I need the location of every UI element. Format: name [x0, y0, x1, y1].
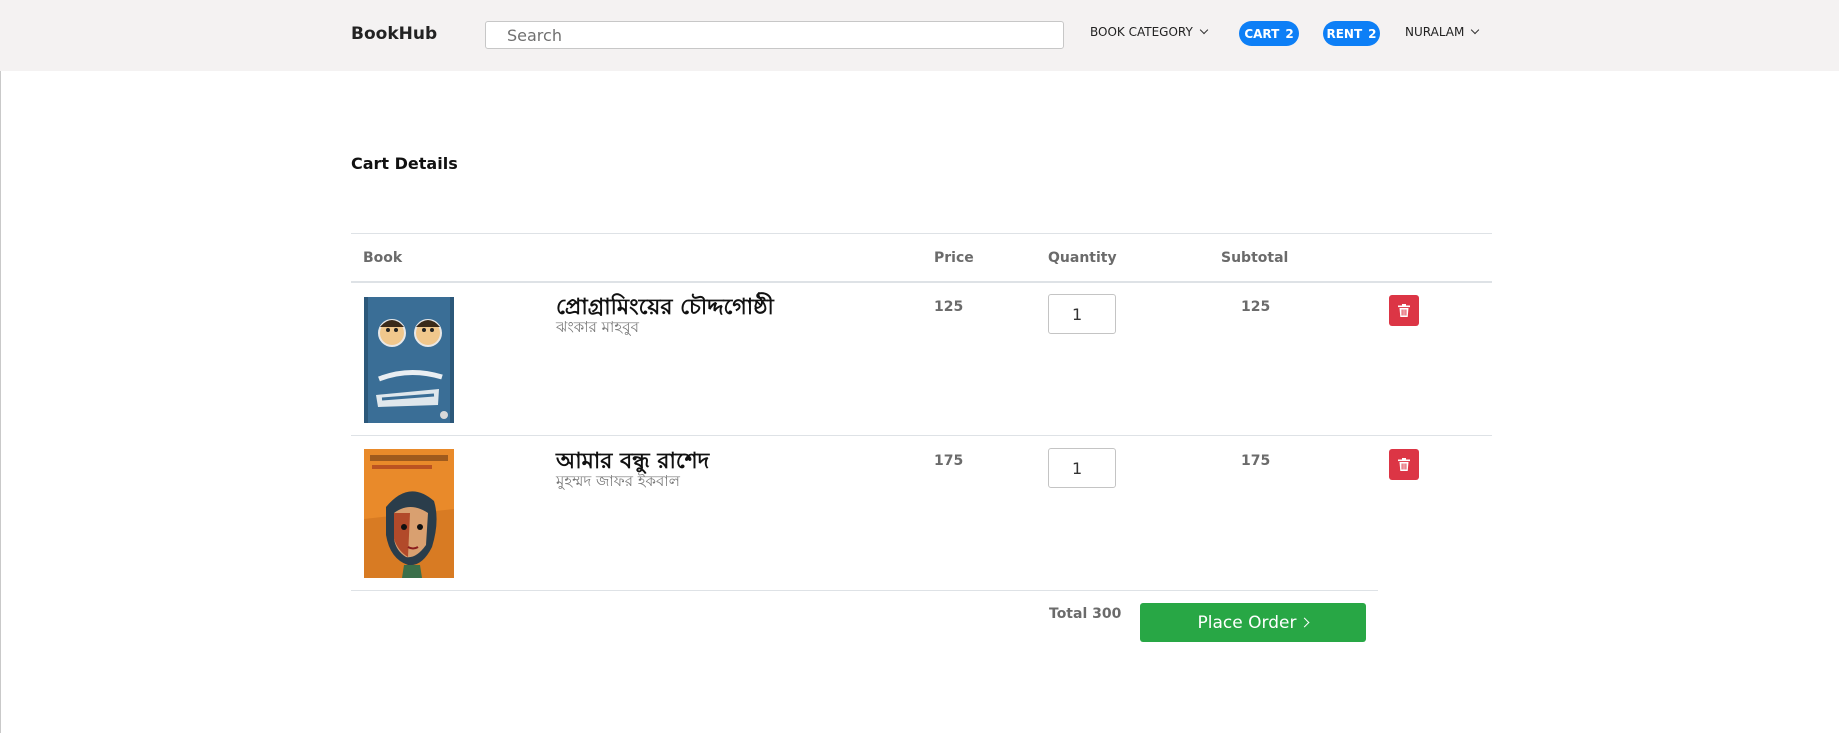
- book-subtotal: 175: [1241, 453, 1271, 469]
- rent-label: RENT: [1326, 26, 1363, 41]
- table-top-border: [351, 233, 1492, 234]
- page-title: Cart Details: [351, 154, 458, 173]
- trash-icon: [1398, 458, 1410, 471]
- place-order-label: Place Order: [1197, 612, 1297, 633]
- cart-total: Total 300: [1049, 606, 1122, 622]
- chevron-right-icon: [1300, 617, 1310, 628]
- book-cover-image[interactable]: [364, 449, 454, 578]
- table-header-border: [351, 281, 1492, 283]
- user-name: NURALAM: [1405, 25, 1465, 39]
- quantity-box[interactable]: [1048, 448, 1116, 488]
- book-author: ঝংকার মাহবুব: [556, 318, 639, 336]
- row-divider: [351, 435, 1492, 436]
- chevron-down-icon: [1199, 25, 1209, 35]
- brand-logo[interactable]: BookHub: [351, 24, 437, 44]
- user-menu-dropdown[interactable]: NURALAM: [1405, 25, 1480, 39]
- search-box[interactable]: [485, 21, 1064, 49]
- book-cover-image[interactable]: [364, 297, 454, 423]
- navbar: BookHub BOOK CATEGORY CART 2 RENT 2 NURA…: [0, 0, 1839, 71]
- cart-label: CART: [1244, 26, 1280, 41]
- header-price: Price: [934, 250, 974, 266]
- header-quantity: Quantity: [1048, 250, 1117, 266]
- table-bottom-border: [351, 590, 1378, 591]
- header-subtotal: Subtotal: [1221, 250, 1289, 266]
- place-order-button[interactable]: Place Order: [1140, 603, 1366, 642]
- quantity-input[interactable]: [1049, 295, 1115, 333]
- book-price: 125: [934, 299, 964, 315]
- delete-button[interactable]: [1389, 449, 1419, 480]
- trash-icon: [1398, 304, 1410, 317]
- cart-button[interactable]: CART 2: [1239, 21, 1299, 46]
- rent-count-badge: 2: [1368, 26, 1377, 41]
- delete-button[interactable]: [1389, 295, 1419, 326]
- book-author: মুহম্মদ জাফর ইকবাল: [556, 472, 680, 490]
- book-subtotal: 125: [1241, 299, 1271, 315]
- book-category-dropdown[interactable]: BOOK CATEGORY: [1090, 25, 1209, 39]
- cart-count-badge: 2: [1285, 26, 1294, 41]
- book-category-label: BOOK CATEGORY: [1090, 25, 1193, 39]
- window-edge: [0, 0, 1, 733]
- search-input[interactable]: [486, 22, 1063, 48]
- chevron-down-icon: [1471, 25, 1480, 35]
- header-book: Book: [363, 250, 403, 266]
- quantity-box[interactable]: [1048, 294, 1116, 334]
- book-price: 175: [934, 453, 964, 469]
- quantity-input[interactable]: [1049, 449, 1115, 487]
- rent-button[interactable]: RENT 2: [1323, 21, 1380, 46]
